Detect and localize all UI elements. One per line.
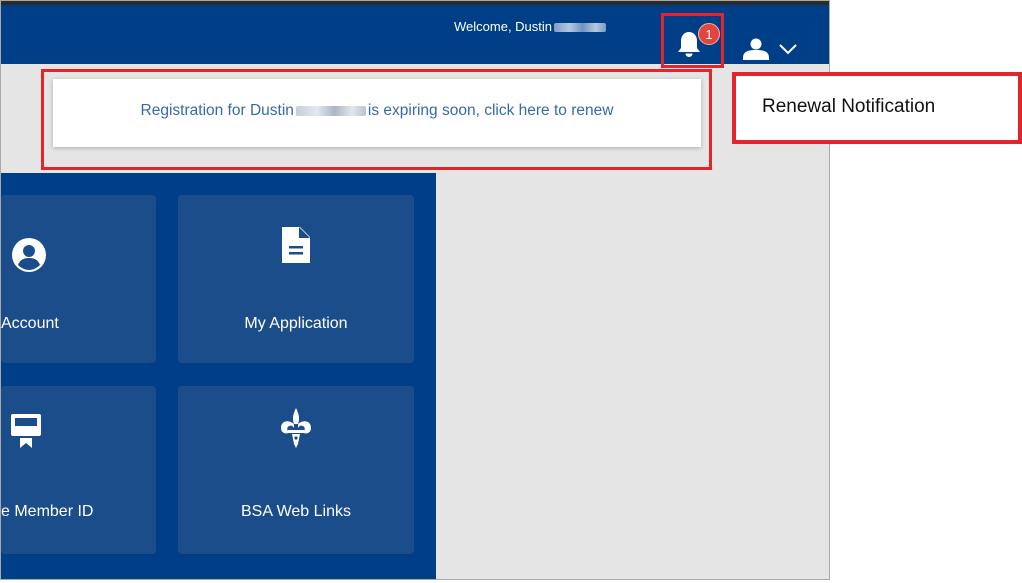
tile-label: Account — [1, 315, 59, 332]
person-circle-icon — [12, 238, 46, 272]
bsa-fleur-de-lis-icon — [281, 408, 311, 448]
dashboard-tile-panel: Account My Application e Member ID BSA W… — [1, 173, 436, 579]
renewal-notification-callout: Renewal Notification — [732, 72, 1022, 144]
tile-my-account[interactable]: Account — [1, 195, 156, 363]
document-icon — [282, 227, 310, 263]
redacted-last-name — [554, 23, 607, 33]
chevron-down-icon — [779, 44, 797, 55]
tile-label: BSA Web Links — [241, 503, 351, 520]
notification-count-badge: 1 — [698, 23, 720, 45]
member-card-icon — [11, 414, 41, 448]
user-menu-button[interactable] — [742, 38, 804, 64]
tile-my-application[interactable]: My Application — [178, 195, 414, 363]
tile-label: My Application — [244, 315, 348, 332]
app-screenshot: Welcome, Dustin 1 Account My Application… — [0, 0, 830, 580]
tile-member-id[interactable]: e Member ID — [1, 386, 156, 554]
notification-highlight-box — [41, 69, 712, 170]
tile-label: e Member ID — [1, 503, 94, 520]
top-header-bar: Welcome, Dustin 1 — [1, 1, 829, 68]
welcome-text: Welcome, Dustin — [454, 19, 553, 34]
welcome-message: Welcome, Dustin — [454, 19, 607, 34]
notification-bell-highlight[interactable]: 1 — [661, 13, 724, 68]
tile-bsa-web-links[interactable]: BSA Web Links — [178, 386, 414, 554]
callout-label: Renewal Notification — [762, 96, 936, 117]
